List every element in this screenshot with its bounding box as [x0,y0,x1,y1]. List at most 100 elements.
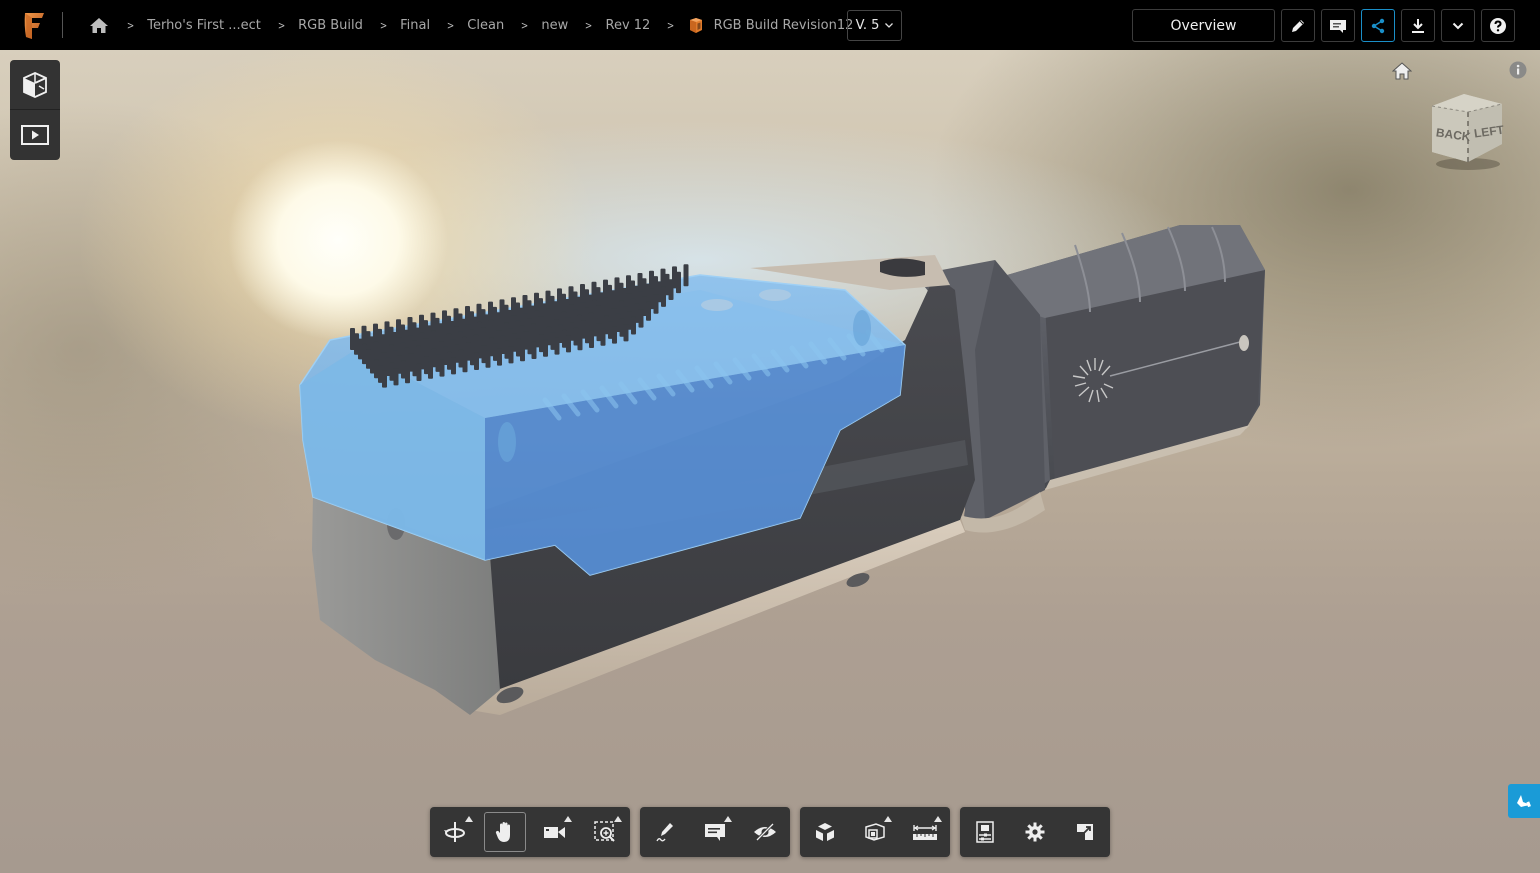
zoom-window-icon [594,821,615,842]
heatsink-pin [543,339,548,357]
heatsink-pin [600,328,606,346]
heatsink-pin [612,326,617,344]
breadcrumb-current-design: RGB Build Revision12 [713,17,854,33]
breadcrumb-folder-final[interactable]: Final [400,18,430,33]
fusion-logo-icon[interactable] [22,11,46,41]
home-view-icon[interactable] [1392,62,1412,80]
settings-tool[interactable] [1014,812,1056,852]
chevron-right-icon: > [667,18,675,32]
heatsink-pin [631,316,636,335]
chevron-right-icon: > [126,18,135,32]
orbit-icon [444,822,465,842]
camera-icon [544,827,565,838]
measure-tool[interactable] [904,812,946,852]
heatsink-pin [676,271,681,294]
hide-tool[interactable] [744,812,786,852]
play-icon [21,125,49,145]
share-button[interactable] [1361,9,1395,42]
eye-slash-icon [754,823,776,841]
chevron-right-icon: > [585,18,593,32]
heatsink-pin [451,357,456,375]
breadcrumb-project[interactable]: Terho's First ...ect [147,18,261,33]
comment-icon [1330,19,1346,33]
download-button[interactable] [1401,9,1435,42]
breadcrumb-folder-new[interactable]: new [541,18,568,33]
home-icon[interactable] [88,14,110,36]
pan-tool[interactable] [484,812,526,852]
heatsink-pin [589,330,594,348]
design-file-icon [688,17,704,34]
gear-icon [1025,822,1045,842]
section-tool[interactable] [854,812,896,852]
comment-icon [705,824,725,841]
camera-tool[interactable] [534,812,576,852]
heatsink-pin [497,348,502,366]
hand-icon [495,822,510,842]
top-bar: > Terho's First ...ect > RGB Build > Fin… [0,0,1540,50]
logo-divider [62,12,63,38]
heatsink-pin [428,361,433,379]
fullscreen-tool[interactable] [1064,812,1106,852]
heatsink-pin [554,337,560,355]
review-toolbar [640,807,790,857]
zoom-window-tool[interactable] [584,812,626,852]
viewer-left-panel [10,60,60,160]
flyout-indicator [465,816,473,822]
heatsink-pin [531,341,537,359]
3d-viewport[interactable]: BACK LEFT [0,50,1540,873]
panel-divider [10,109,60,110]
breadcrumb-folder-rev12[interactable]: Rev 12 [606,18,651,33]
viewcube[interactable]: BACK LEFT [1424,90,1508,174]
more-menu-button[interactable] [1441,9,1475,42]
model-toolbar [800,807,950,857]
fullscreen-icon [1077,824,1093,840]
chevron-right-icon: > [447,18,455,32]
orbit-tool[interactable] [435,812,477,852]
breadcrumb-folder-rgb-build[interactable]: RGB Build [298,18,363,33]
chevron-right-icon: > [277,18,286,32]
explode-icon [816,823,834,841]
heatsink-pin [646,301,651,321]
model-browser-button[interactable] [10,60,60,110]
heatsink-pin [577,333,583,351]
pencil-icon [1292,19,1304,32]
version-dropdown[interactable]: V. 5 [847,10,902,41]
help-icon [1490,17,1506,34]
breadcrumb: > Terho's First ...ect > RGB Build > Fin… [88,0,853,50]
megaphone-icon [1517,795,1531,808]
version-label: V. 5 [855,18,880,33]
heatsink-pin [462,355,468,373]
info-icon[interactable] [1509,61,1527,79]
heatsink-pin [623,324,629,342]
breadcrumb-folder-clean[interactable]: Clean [467,18,504,33]
heatsink-pin [566,335,571,353]
comment-button[interactable] [1321,9,1355,42]
flyout-indicator [614,816,622,822]
3d-model[interactable] [0,50,1540,873]
heatsink-pin [405,366,410,384]
heatsink-pin [508,346,514,364]
heatsink-pin [439,359,445,377]
heatsink-pin [653,294,659,314]
settings-toolbar [960,807,1110,857]
properties-icon [976,821,994,843]
flyout-indicator [934,816,942,822]
share-icon [1371,18,1385,33]
animations-button[interactable] [10,110,60,160]
heatsink-pin [683,264,689,287]
heatsink-pin [382,370,387,388]
edit-button[interactable] [1281,9,1315,42]
explode-tool[interactable] [804,812,846,852]
download-icon [1412,18,1424,33]
comment-tool[interactable] [694,812,736,852]
chevron-down-icon [1452,22,1464,29]
help-button[interactable] [1481,9,1515,42]
markup-tool[interactable] [644,812,686,852]
feedback-button[interactable] [1508,784,1540,818]
heatsink-pin [668,279,674,300]
heatsink-pin [520,344,525,362]
overview-button[interactable]: Overview [1132,9,1275,42]
properties-tool[interactable] [964,812,1006,852]
heatsink-pin [474,352,479,370]
chevron-down-icon [885,23,894,28]
